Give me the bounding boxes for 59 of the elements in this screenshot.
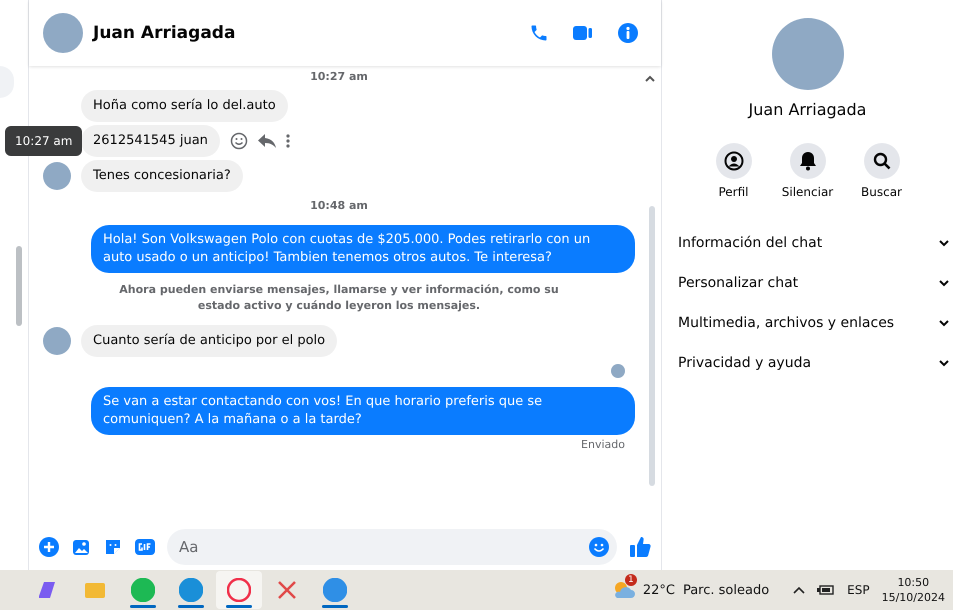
chevron-down-icon: [939, 240, 949, 246]
ring-app-icon[interactable]: [216, 571, 262, 609]
timestamp: 10:27 am: [310, 69, 368, 85]
mute-button[interactable]: [790, 143, 826, 179]
message-bubble: Hola! Son Volkswagen Polo con cuotas de $205.000. Podes retirarlo con un auto usado o un anticipo! Tambien tenemos otros autos. Te interesa?: [91, 225, 635, 273]
message-bubble: Tenes concesionaria?: [81, 160, 243, 192]
message-bubble: Se van a estar contactando con vos! En que horario preferis que se comuniquen? A la mañana o a la tarde?: [91, 387, 635, 435]
contact-name[interactable]: Juan Arriagada: [93, 23, 236, 43]
weather-condition[interactable]: Parc. soleado: [682, 582, 770, 598]
emoji-icon[interactable]: [589, 537, 609, 557]
message-input[interactable]: Aa: [167, 529, 617, 565]
thumbs-up-icon[interactable]: [629, 536, 651, 558]
bell-icon: [798, 151, 816, 171]
delivery-status: Enviado: [581, 438, 626, 451]
reply-icon[interactable]: [258, 134, 276, 148]
chevron-down-icon: [939, 280, 949, 286]
phone-icon[interactable]: [529, 23, 549, 43]
search-button[interactable]: [864, 143, 900, 179]
clock-date[interactable]: 15/10/2024: [882, 590, 945, 605]
action-label: Silenciar: [782, 185, 834, 199]
notice-text: Ahora pueden enviarse mensajes, llamarse y ver información, como su estado activo y cuándo leyeron los mensajes.: [119, 282, 559, 314]
tooltip: 10:27 am: [5, 126, 82, 156]
timestamp: 10:48 am: [310, 198, 368, 214]
message-bubble: Hoña como sería lo del.auto: [81, 90, 288, 122]
section-header[interactable]: Multimedia, archivos y enlaces: [662, 303, 953, 343]
scrollbar[interactable]: [16, 246, 22, 326]
section-header[interactable]: Información del chat: [662, 223, 953, 263]
profile-icon: [724, 151, 744, 171]
read-receipt-avatar: [611, 364, 625, 378]
chevron-up-icon[interactable]: [793, 586, 806, 594]
action-label: Perfil: [718, 185, 749, 199]
avatar[interactable]: [43, 327, 71, 355]
notification-badge: 1: [624, 574, 637, 586]
chevron-down-icon: [939, 360, 949, 366]
more-icon[interactable]: [286, 134, 290, 148]
avatar[interactable]: [43, 162, 71, 190]
video-camera-icon[interactable]: [573, 25, 593, 41]
gif-icon[interactable]: [135, 537, 155, 557]
section-header[interactable]: Privacidad y ayuda: [662, 343, 953, 383]
clock-time[interactable]: 10:50: [897, 575, 930, 590]
temperature[interactable]: 22°C: [642, 582, 675, 598]
battery-icon[interactable]: [817, 584, 836, 596]
info-icon[interactable]: [617, 22, 639, 44]
weather-icon[interactable]: [612, 580, 635, 600]
section-header[interactable]: Personalizar chat: [662, 263, 953, 303]
profile-name: Juan Arriagada: [748, 100, 866, 119]
message-bubble: Cuanto sería de anticipo por el polo: [81, 325, 338, 357]
profile-button[interactable]: [716, 143, 752, 179]
scrollbar[interactable]: [649, 206, 655, 486]
message-bubble: 2612541545 juan: [81, 125, 220, 157]
plus-icon[interactable]: [39, 537, 59, 557]
image-icon[interactable]: [71, 537, 91, 557]
search-icon: [872, 152, 890, 170]
emoji-icon[interactable]: [230, 132, 248, 150]
sticker-icon[interactable]: [103, 537, 123, 557]
language-indicator[interactable]: ESP: [847, 583, 870, 597]
action-label: Buscar: [861, 185, 902, 199]
chevron-down-icon: [939, 320, 949, 326]
avatar[interactable]: [43, 13, 83, 53]
